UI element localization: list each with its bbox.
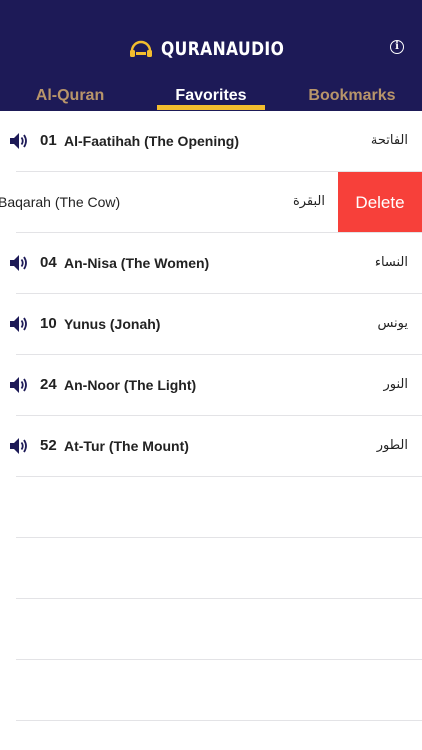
surah-name: An-Noor (The Light): [64, 377, 197, 393]
surah-number: 04: [40, 254, 57, 271]
speaker-icon[interactable]: [9, 132, 29, 150]
tab-bookmarks[interactable]: Bookmarks: [282, 80, 422, 111]
surah-number: 01: [40, 132, 57, 149]
surah-name: Al-Faatihah (The Opening): [64, 133, 239, 149]
tab-al-quran[interactable]: Al-Quran: [0, 80, 140, 111]
surah-name: Baqarah (The Cow): [0, 194, 121, 210]
delete-button[interactable]: Delete: [338, 172, 422, 233]
speaker-icon[interactable]: [9, 437, 29, 455]
list-item[interactable]: 10 Yunus (Jonah) يونس: [0, 294, 422, 355]
active-tab-indicator: [157, 105, 265, 110]
list-item-swiped[interactable]: Baqarah (The Cow) البقرة Delete: [0, 172, 422, 233]
surah-number: 24: [40, 376, 57, 393]
favorites-list: 01 Al-Faatihah (The Opening) الفاتحة Baq…: [0, 111, 422, 721]
surah-number: 52: [40, 437, 57, 454]
speaker-icon[interactable]: [9, 376, 29, 394]
surah-arabic-name: الطور: [376, 438, 408, 453]
surah-name: At-Tur (The Mount): [64, 438, 189, 454]
surah-arabic-name: البقرة: [292, 194, 325, 209]
surah-arabic-name: الفاتحة: [370, 133, 408, 148]
empty-row: [0, 599, 422, 660]
surah-number: 10: [40, 315, 57, 332]
app-title: QURANAUDIO: [160, 38, 285, 60]
headphones-icon: [129, 40, 152, 57]
empty-row: [0, 660, 422, 721]
surah-arabic-name: النساء: [374, 255, 408, 270]
brand: QURANAUDIO: [0, 34, 422, 64]
empty-row: [0, 477, 422, 538]
surah-name: An-Nisa (The Women): [64, 255, 210, 271]
empty-row: [0, 538, 422, 599]
info-icon[interactable]: i: [390, 40, 404, 54]
surah-arabic-name: يونس: [377, 316, 408, 331]
speaker-icon[interactable]: [9, 254, 29, 272]
speaker-icon[interactable]: [9, 315, 29, 333]
surah-arabic-name: النور: [383, 377, 409, 392]
list-item[interactable]: 04 An-Nisa (The Women) النساء: [0, 233, 422, 294]
surah-name: Yunus (Jonah): [64, 316, 161, 332]
app-header: QURANAUDIO i Al-Quran Favorites Bookmark…: [0, 0, 422, 111]
list-item[interactable]: 01 Al-Faatihah (The Opening) الفاتحة: [0, 111, 422, 172]
list-item[interactable]: 24 An-Noor (The Light) النور: [0, 355, 422, 416]
list-item[interactable]: 52 At-Tur (The Mount) الطور: [0, 416, 422, 477]
row-divider: [16, 720, 422, 721]
